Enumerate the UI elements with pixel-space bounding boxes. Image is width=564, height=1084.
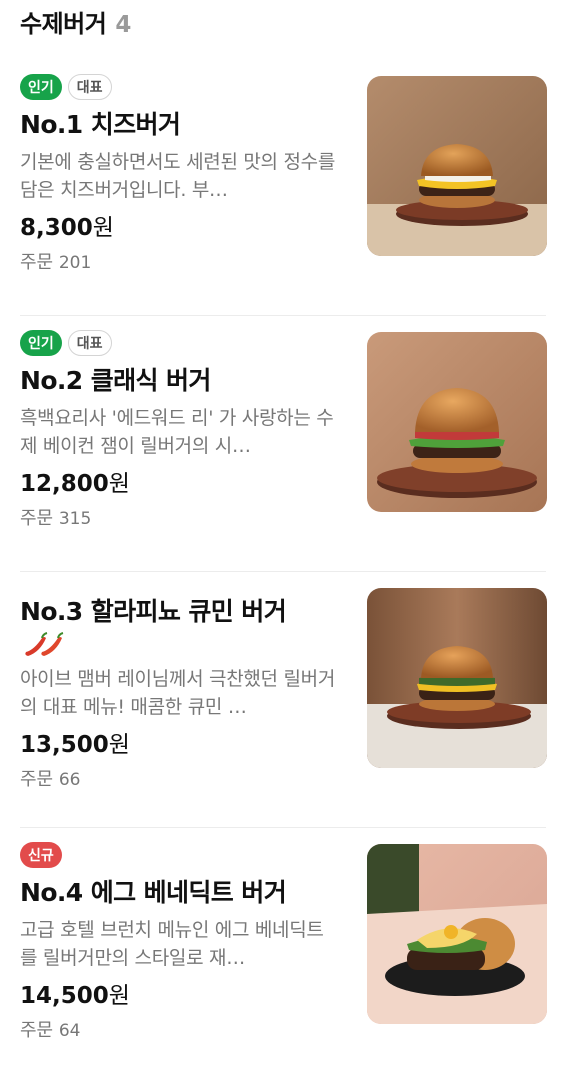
menu-item-name: No.1 치즈버거 [20, 110, 181, 139]
menu-item-info: 인기 대표 No.1 치즈버거 기본에 충실하면서도 세련된 맛의 정수를 담은… [20, 74, 350, 275]
order-label: 주문 [20, 1020, 54, 1041]
price-amount: 13,500 [20, 732, 109, 758]
order-label: 주문 [20, 769, 54, 790]
menu-item[interactable]: 인기 대표 No.1 치즈버거 기본에 충실하면서도 세련된 맛의 정수를 담은… [0, 60, 564, 316]
menu-item-price: 8,300원 [20, 213, 350, 243]
menu-list: 인기 대표 No.1 치즈버거 기본에 충실하면서도 세련된 맛의 정수를 담은… [0, 60, 564, 1084]
badge-row: 인기 대표 [20, 74, 350, 100]
price-currency: 원 [108, 983, 130, 1009]
order-count: 주문 315 [20, 507, 350, 531]
menu-item-info: No.3 할라피뇨 큐민 버거 아이브 맴버 레이님께서 극찬했던 릴버거의 대… [20, 596, 350, 792]
cheeseburger-photo[interactable] [367, 76, 547, 256]
badge-row: 인기 대표 [20, 330, 350, 356]
chili-pepper-icon [20, 630, 350, 658]
popular-badge: 인기 [20, 74, 62, 100]
price-currency: 원 [92, 215, 114, 241]
menu-item-description: 흑백요리사 '에드워드 리' 가 사랑하는 수제 베이컨 잼이 릴버거의 시… [20, 407, 334, 457]
menu-item-price: 14,500원 [20, 981, 350, 1011]
menu-item-name: No.4 에그 베네딕트 버거 [20, 878, 287, 907]
section-header: 수제버거 4 [20, 4, 131, 40]
order-count: 주문 64 [20, 1019, 350, 1043]
menu-item-description: 고급 호텔 브런치 메뉴인 에그 베네딕트를 릴버거만의 스타일로 재… [20, 919, 324, 969]
order-number: 64 [58, 1021, 81, 1041]
menu-item[interactable]: 신규 No.4 에그 베네딕트 버거 고급 호텔 브런치 메뉴인 에그 베네딕트… [0, 828, 564, 1084]
menu-item-price: 13,500원 [20, 730, 350, 760]
menu-item-price: 12,800원 [20, 469, 350, 499]
menu-item-info: 인기 대표 No.2 클래식 버거 흑백요리사 '에드워드 리' 가 사랑하는 … [20, 330, 350, 531]
price-amount: 12,800 [20, 471, 109, 497]
menu-item-description: 아이브 맴버 레이님께서 극찬했던 릴버거의 대표 메뉴! 매콤한 큐민 … [20, 668, 336, 718]
price-amount: 14,500 [20, 983, 109, 1009]
order-number: 66 [58, 770, 81, 790]
order-number: 315 [58, 509, 92, 529]
order-count: 주문 201 [20, 251, 350, 275]
popular-badge: 인기 [20, 330, 62, 356]
order-number: 201 [58, 253, 92, 273]
badge-row: 신규 [20, 842, 350, 868]
price-currency: 원 [108, 732, 130, 758]
order-count: 주문 66 [20, 768, 350, 792]
new-badge: 신규 [20, 842, 62, 868]
price-amount: 8,300 [20, 215, 93, 241]
order-label: 주문 [20, 252, 54, 273]
menu-item-description: 기본에 충실하면서도 세련된 맛의 정수를 담은 치즈버거입니다. 부… [20, 151, 336, 201]
menu-item-info: 신규 No.4 에그 베네딕트 버거 고급 호텔 브런치 메뉴인 에그 베네딕트… [20, 842, 350, 1043]
jalapeno-burger-photo[interactable] [367, 588, 547, 768]
menu-item-name: No.3 할라피뇨 큐민 버거 [20, 597, 287, 626]
classic-burger-photo[interactable] [367, 332, 547, 512]
order-label: 주문 [20, 508, 54, 529]
price-currency: 원 [108, 471, 130, 497]
menu-item-name: No.2 클래식 버거 [20, 366, 211, 395]
section-count: 4 [115, 12, 132, 38]
menu-item[interactable]: 인기 대표 No.2 클래식 버거 흑백요리사 '에드워드 리' 가 사랑하는 … [0, 316, 564, 572]
signature-badge: 대표 [67, 330, 112, 356]
egg-benedict-burger-photo[interactable] [367, 844, 547, 1024]
menu-item[interactable]: No.3 할라피뇨 큐민 버거 아이브 맴버 레이님께서 극찬했던 릴버거의 대… [0, 572, 564, 828]
section-title: 수제버거 [20, 10, 107, 38]
signature-badge: 대표 [67, 74, 112, 100]
